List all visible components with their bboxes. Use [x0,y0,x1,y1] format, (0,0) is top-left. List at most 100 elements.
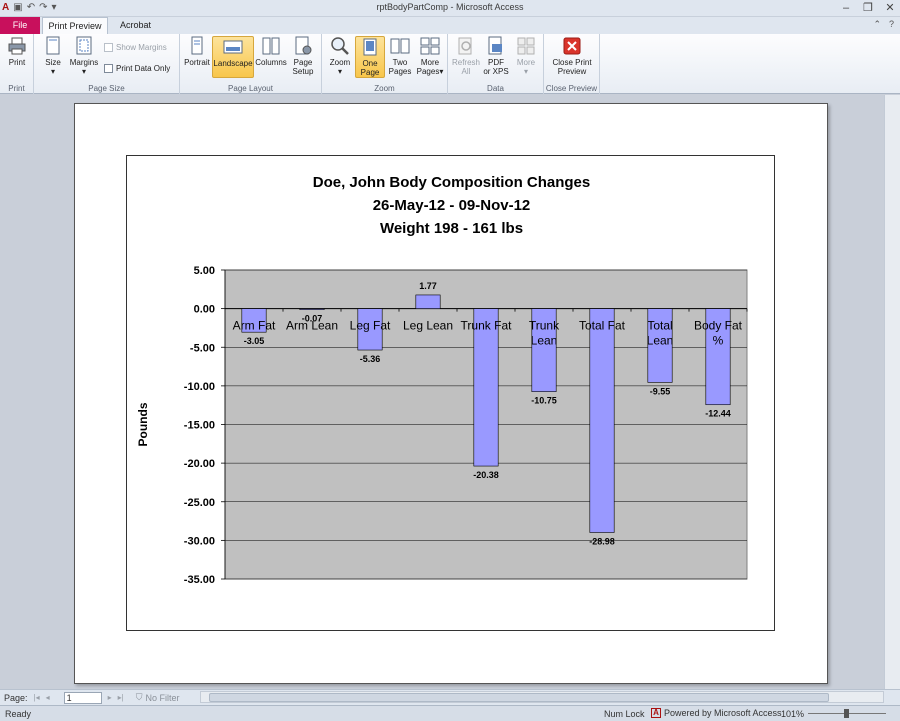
printer-icon [8,37,26,55]
page-size-icon [46,36,60,55]
columns-icon [262,37,280,55]
pdf-icon [488,36,502,55]
zoom-button[interactable]: Zoom ▾ [325,36,355,78]
size-button[interactable]: Size ▾ [38,36,68,78]
page-setup-button[interactable]: Page Setup [288,36,318,78]
ribbon: Print Print Size ▾ Margins ▾ Show Margins … [0,34,900,94]
chevron-down-icon: ▾ [50,67,55,76]
two-pages-icon [390,38,410,54]
data-label: -3.05 [244,336,265,346]
vertical-scrollbar[interactable] [884,95,900,689]
landscape-button[interactable]: Landscape [212,36,254,78]
chevron-down-icon: ▾ [439,67,444,76]
window-controls: – ❐ ✕ [838,1,898,15]
margins-button[interactable]: Margins ▾ [68,36,100,78]
group-page-size: Size ▾ Margins ▾ Show Margins Print Data O… [34,34,180,94]
num-lock-indicator: Num Lock [604,709,645,719]
ribbon-minimize-icon[interactable]: ⌃ [873,19,881,30]
columns-button[interactable]: Columns [255,36,287,78]
show-margins-checkbox[interactable]: Show Margins [104,43,167,52]
report-page: Doe, John Body Composition Changes 26-Ma… [74,103,828,684]
y-tick-label: 5.00 [194,265,215,277]
x-tick-label: Trunk Fat [461,319,513,333]
x-tick-label: Trunk [529,319,560,333]
pdf-xps-button[interactable]: PDF or XPS [481,36,511,78]
access-logo-icon: A [651,708,661,718]
more-export-button[interactable]: More ▾ [511,36,541,78]
scroll-thumb[interactable] [209,693,829,702]
refresh-all-button[interactable]: Refresh All [451,36,481,78]
group-page-layout: Portrait Landscape Columns Page Setup Pag… [180,34,322,94]
status-bar: Ready Num Lock A Powered by Microsoft Acc… [0,705,900,721]
horizontal-scrollbar[interactable] [200,691,884,703]
tab-acrobat[interactable]: Acrobat [112,17,159,34]
x-tick-label: % [713,334,724,348]
tab-file[interactable]: File [0,17,40,34]
data-label: 1.77 [419,281,437,291]
close-print-preview-button[interactable]: Close Print Preview [548,36,596,78]
close-button[interactable]: ✕ [882,1,898,15]
bar [299,308,325,310]
print-data-only-checkbox[interactable]: Print Data Only [104,64,170,73]
x-tick-label: Arm Fat [233,319,276,333]
data-label: -20.38 [473,470,499,480]
more-pages-icon [420,37,440,55]
y-tick-label: 0.00 [194,304,215,316]
data-label: -10.75 [531,396,557,406]
chevron-down-icon: ▾ [337,67,342,76]
data-label: -5.36 [360,354,381,364]
data-label: -9.55 [650,386,671,396]
filter-indicator[interactable]: ⛉ No Filter [136,692,180,703]
x-tick-label: Leg Lean [403,319,453,333]
more-export-icon [517,37,535,55]
bar [415,294,441,309]
x-tick-label: Lean [531,334,558,348]
title-bar: A ▣ ↶ ↷ ▾ rptBodyPartComp - Microsoft Ac… [0,0,900,17]
x-tick-label: Arm Lean [286,319,338,333]
zoom-slider-knob[interactable] [844,709,849,718]
funnel-icon: ⛉ [135,692,143,702]
prev-page-icon[interactable]: ◂ [46,693,50,702]
two-pages-button[interactable]: Two Pages [385,36,415,78]
y-tick-label: -15.00 [184,420,215,432]
landscape-icon [223,40,243,54]
group-print: Print Print [0,34,34,94]
one-page-button[interactable]: One Page [355,36,385,78]
more-pages-button[interactable]: More Pages▾ [415,36,445,78]
chevron-down-icon: ▾ [523,67,528,76]
y-tick-label: -5.00 [190,342,215,354]
page-number-input[interactable]: 1 [63,691,102,704]
tab-print-preview[interactable]: Print Preview [42,17,108,34]
preview-area: Doe, John Body Composition Changes 26-Ma… [0,95,900,689]
print-button[interactable]: Print [2,36,32,78]
group-zoom: Zoom ▾ One Page Two Pages More Pages▾ Zoom [322,34,448,94]
ribbon-tabs: File Print Preview Acrobat ⌃ ? [0,17,900,34]
portrait-button[interactable]: Portrait [182,36,212,78]
margins-icon [76,36,92,55]
y-tick-label: -25.00 [184,497,215,509]
next-page-icon[interactable]: ▸ [108,693,112,702]
data-label: -28.98 [589,536,615,546]
report-frame: Doe, John Body Composition Changes 26-Ma… [126,155,775,631]
x-tick-label: Leg Fat [350,319,391,333]
y-tick-label: -10.00 [184,381,215,393]
y-tick-label: -35.00 [184,574,215,586]
y-tick-label: -20.00 [184,458,215,470]
help-icon[interactable]: ? [889,19,894,30]
first-page-icon[interactable]: |◂ [34,693,40,702]
x-tick-label: Body Fat [694,319,743,333]
refresh-icon [458,37,472,55]
bar [589,308,615,533]
chevron-down-icon: ▾ [81,67,86,76]
ribbon-controls: ⌃ ? [873,19,894,30]
magnifier-icon [331,37,349,55]
status-ready: Ready [5,709,32,719]
last-page-icon[interactable]: ▸| [118,693,124,702]
x-tick-label: Total Fat [579,319,626,333]
page-label: Page: [4,692,28,703]
maximize-button[interactable]: ❐ [860,1,876,15]
y-tick-label: -30.00 [184,535,215,547]
minimize-button[interactable]: – [838,1,854,15]
group-close-preview: Close Print Preview Close Preview [544,34,600,94]
zoom-slider[interactable] [808,709,886,718]
